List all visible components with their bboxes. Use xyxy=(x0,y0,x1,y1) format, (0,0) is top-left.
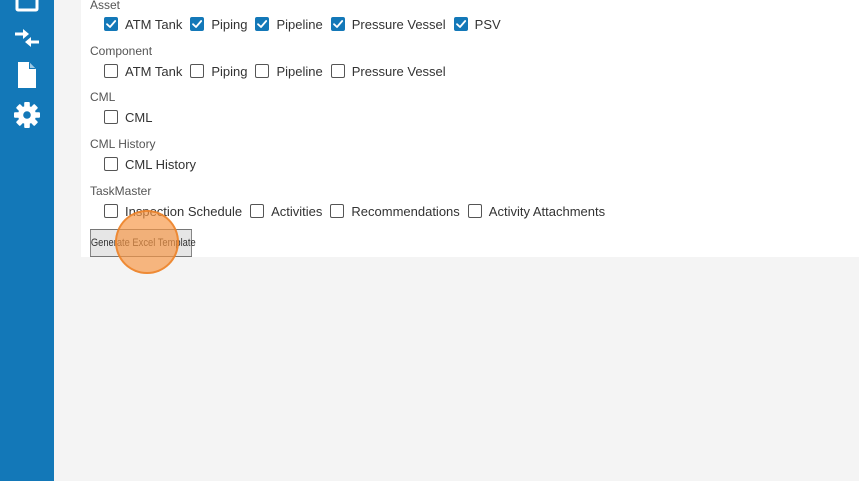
option-taskmaster-inspection-schedule[interactable]: Inspection Schedule xyxy=(104,204,242,219)
taskmaster-activity-attachments-checkbox[interactable] xyxy=(467,204,482,218)
option-component-pressure-vessel[interactable]: Pressure Vessel xyxy=(330,63,446,79)
asset-psv-label: PSV xyxy=(474,16,501,32)
option-asset-psv[interactable]: PSV xyxy=(453,16,501,32)
asset-psv-checkbox[interactable] xyxy=(453,17,468,31)
cml-history-cml-history-label: CML History xyxy=(125,156,197,172)
document-icon[interactable] xyxy=(13,61,41,89)
asset-pipeline-label: Pipeline xyxy=(276,16,323,32)
checkbox-row-cml-history: CML History xyxy=(104,155,204,173)
option-asset-pipeline[interactable]: Pipeline xyxy=(255,16,323,32)
group-label-component: Component xyxy=(90,44,153,58)
component-piping-checkbox[interactable] xyxy=(190,64,205,78)
option-asset-pressure-vessel[interactable]: Pressure Vessel xyxy=(330,16,446,32)
asset-pipeline-checkbox[interactable] xyxy=(255,17,270,31)
checkbox-row-asset: ATM Tank Piping Pipeline Pressure Vessel PSV xyxy=(104,15,509,33)
component-atm-tank-label: ATM Tank xyxy=(125,63,183,79)
group-label-asset: Asset xyxy=(90,0,121,12)
option-cml-history-cml-history[interactable]: CML History xyxy=(104,157,196,172)
asset-atm-tank-checkbox[interactable] xyxy=(104,17,118,31)
asset-piping-checkbox[interactable] xyxy=(190,17,205,31)
component-pipeline-label: Pipeline xyxy=(276,63,323,79)
group-label-taskmaster: TaskMaster xyxy=(90,184,152,198)
cml-cml-label: CML xyxy=(125,109,153,125)
taskmaster-inspection-schedule-checkbox[interactable] xyxy=(104,204,118,218)
component-pressure-vessel-checkbox[interactable] xyxy=(330,64,345,78)
template-options-panel: Generate Excel Template Asset ATM Tank Pip… xyxy=(81,0,859,257)
taskmaster-activities-label: Activities xyxy=(271,203,323,219)
swap-arrows-icon[interactable] xyxy=(13,24,41,52)
generate-excel-template-button[interactable]: Generate Excel Template xyxy=(90,229,196,257)
asset-piping-label: Piping xyxy=(211,16,248,32)
taskmaster-activity-attachments-label: Activity Attachments xyxy=(488,203,606,219)
checkbox-row-component: ATM Tank Piping Pipeline Pressure Vessel xyxy=(104,62,454,80)
square-icon[interactable] xyxy=(13,0,41,16)
group-label-cml: CML xyxy=(90,90,116,104)
component-pipeline-checkbox[interactable] xyxy=(255,64,270,78)
taskmaster-recommendations-label: Recommendations xyxy=(351,203,460,219)
option-component-pipeline[interactable]: Pipeline xyxy=(255,63,323,79)
taskmaster-activities-checkbox[interactable] xyxy=(250,204,265,218)
gear-icon[interactable] xyxy=(13,101,41,129)
asset-pressure-vessel-checkbox[interactable] xyxy=(330,17,345,31)
cml-history-cml-history-checkbox[interactable] xyxy=(104,157,118,171)
option-asset-piping[interactable]: Piping xyxy=(190,17,247,32)
checkbox-row-taskmaster: Inspection Schedule Activities Recommendat… xyxy=(104,202,613,220)
asset-pressure-vessel-label: Pressure Vessel xyxy=(351,16,446,32)
sidebar xyxy=(0,0,54,481)
component-atm-tank-checkbox[interactable] xyxy=(104,64,118,78)
asset-atm-tank-label: ATM Tank xyxy=(125,16,183,32)
option-taskmaster-activities[interactable]: Activities xyxy=(250,204,322,219)
component-pressure-vessel-label: Pressure Vessel xyxy=(351,63,446,79)
option-taskmaster-recommendations[interactable]: Recommendations xyxy=(330,203,460,219)
component-piping-label: Piping xyxy=(211,63,248,79)
option-cml-cml[interactable]: CML xyxy=(104,110,152,125)
option-component-atm-tank[interactable]: ATM Tank xyxy=(104,64,182,79)
taskmaster-recommendations-checkbox[interactable] xyxy=(330,204,345,218)
group-label-cml-history: CML History xyxy=(90,137,156,151)
taskmaster-inspection-schedule-label: Inspection Schedule xyxy=(125,203,243,219)
option-component-piping[interactable]: Piping xyxy=(190,64,247,79)
checkbox-row-cml: CML xyxy=(104,108,160,126)
option-asset-atm-tank[interactable]: ATM Tank xyxy=(104,17,182,32)
option-taskmaster-activity-attachments[interactable]: Activity Attachments xyxy=(467,203,606,219)
cml-cml-checkbox[interactable] xyxy=(104,110,118,124)
